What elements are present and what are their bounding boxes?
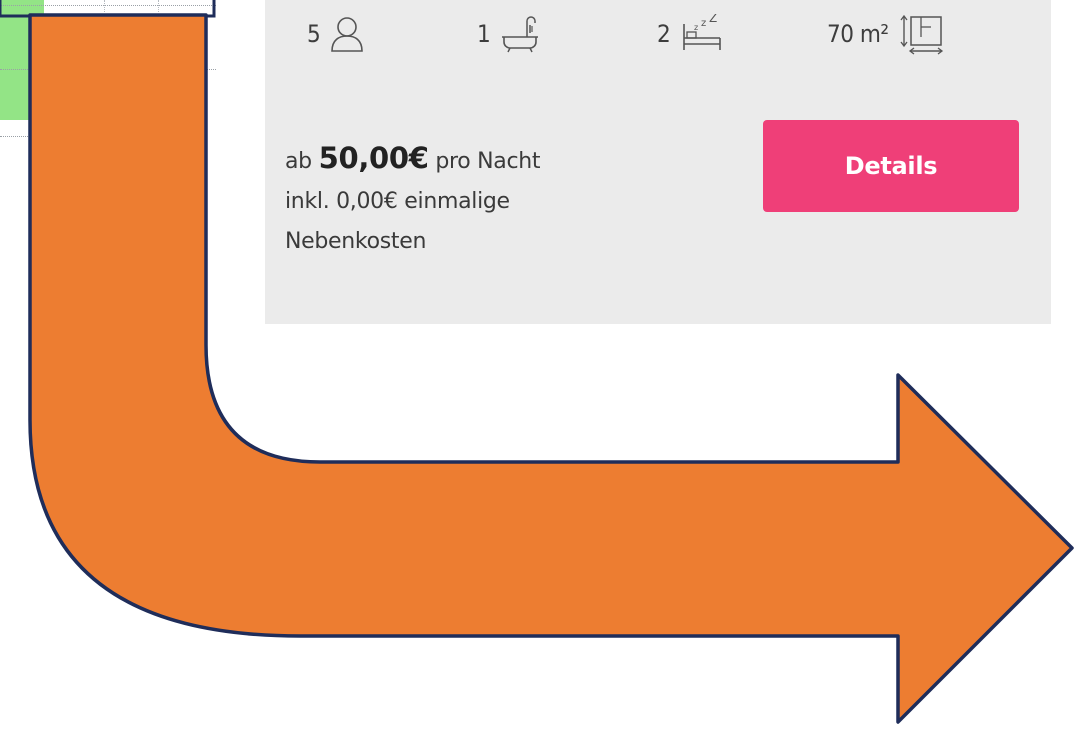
screenshot-stage: 5 1 2 z z Z 70 m² ab 50,00€ pro Nacht in… (0, 0, 1076, 736)
annotation-arrow (0, 0, 1074, 724)
bent-arrow-icon (28, 13, 1074, 724)
